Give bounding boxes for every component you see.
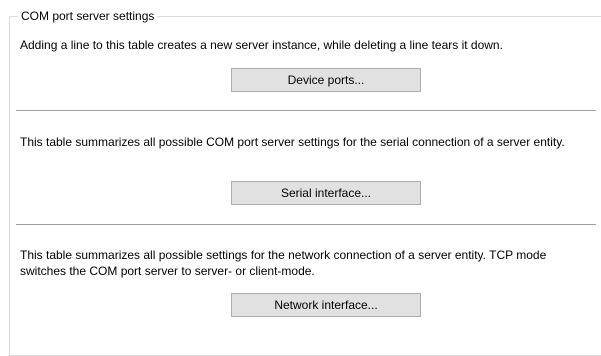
serial-interface-description: This table summarizes all possible COM p… [20, 135, 565, 149]
device-ports-description: Adding a line to this table creates a ne… [20, 38, 503, 52]
section-divider [16, 224, 596, 225]
serial-interface-button[interactable]: Serial interface... [231, 181, 421, 205]
network-interface-button[interactable]: Network interface... [231, 293, 421, 317]
network-interface-description: This table summarizes all possible setti… [20, 248, 547, 278]
section-divider [16, 110, 596, 111]
device-ports-button[interactable]: Device ports... [231, 68, 421, 92]
groupbox-title: COM port server settings [18, 8, 158, 24]
